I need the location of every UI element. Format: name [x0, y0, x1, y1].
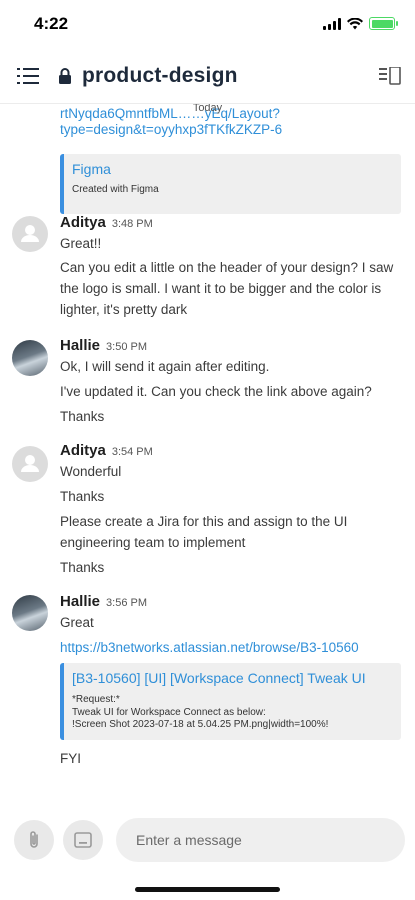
message-group: Hallie 3:50 PM Ok, I will send it again … — [60, 337, 401, 427]
message-text: Great!! — [60, 236, 102, 251]
day-separator: Today — [192, 104, 223, 114]
home-indicator — [135, 887, 280, 892]
image-button[interactable] — [63, 820, 103, 860]
message-text: Thanks — [60, 489, 105, 504]
status-time: 4:22 — [34, 14, 69, 33]
message-link[interactable]: type=design&t=oyyhxp3fTKfkZKZP-6 — [60, 122, 401, 138]
message-text: Wonderful — [60, 464, 122, 479]
wifi-icon — [347, 17, 363, 29]
message-text: Thanks — [60, 409, 105, 424]
message-list[interactable]: Today rtNyqda6QmntfbML……yEq/Layout? type… — [0, 104, 415, 809]
link-preview-description: !Screen Shot 2023-07-18 at 5.04.25 PM.pn… — [72, 719, 329, 730]
cellular-signal-icon — [323, 17, 341, 30]
link-preview-title[interactable]: Figma — [72, 161, 391, 178]
attach-button[interactable] — [14, 820, 54, 860]
message-author[interactable]: Hallie — [60, 337, 100, 354]
message-text: Thanks — [60, 560, 105, 575]
image-icon — [74, 832, 92, 848]
person-icon — [21, 455, 39, 472]
avatar[interactable] — [12, 595, 48, 631]
link-preview-card[interactable]: [B3-10560] [UI] [Workspace Connect] Twea… — [60, 663, 401, 740]
paperclip-icon — [30, 831, 38, 848]
message-group: Aditya 3:54 PM Wonderful Thanks Please c… — [60, 442, 401, 578]
status-bar: 4:22 — [0, 0, 415, 50]
message-time: 3:54 PM — [111, 446, 153, 458]
link-preview-description: Created with Figma — [72, 184, 159, 195]
menu-icon[interactable] — [17, 67, 39, 85]
message-author[interactable]: Aditya — [60, 214, 106, 231]
channel-header: product-design — [0, 52, 415, 104]
lock-icon — [59, 68, 71, 84]
channel-title[interactable]: product-design — [82, 64, 238, 88]
sidebar-toggle-icon[interactable] — [379, 67, 401, 85]
link-preview-description: Tweak UI for Workspace Connect as below: — [72, 706, 266, 718]
message-input[interactable] — [116, 818, 405, 862]
battery-icon — [369, 17, 398, 30]
message-text: Please create a Jira for this and assign… — [60, 514, 348, 550]
message-group: Aditya 3:48 PM Great!! Can you edit a li… — [60, 214, 401, 320]
status-icons — [323, 17, 398, 30]
message-text: I've updated it. Can you check the link … — [60, 384, 372, 399]
avatar[interactable] — [12, 446, 48, 482]
avatar[interactable] — [12, 340, 48, 376]
partial-message: rtNyqda6QmntfbML……yEq/Layout? type=desig… — [60, 106, 401, 214]
link-preview-title[interactable]: [B3-10560] [UI] [Workspace Connect] Twea… — [72, 670, 391, 687]
message-author[interactable]: Hallie — [60, 593, 100, 610]
message-author[interactable]: Aditya — [60, 442, 106, 459]
message-text: Ok, I will send it again after editing. — [60, 359, 270, 374]
message-time: 3:56 PM — [106, 597, 147, 609]
message-time: 3:50 PM — [106, 341, 147, 353]
person-icon — [21, 225, 39, 242]
link-preview-description: *Request:* — [72, 694, 120, 705]
message-composer — [0, 810, 415, 870]
avatar[interactable] — [12, 216, 48, 252]
link-preview-card[interactable]: Figma Created with Figma — [60, 154, 401, 214]
message-time: 3:48 PM — [111, 218, 153, 230]
message-text: FYI — [60, 750, 82, 766]
message-text: Great — [60, 615, 94, 630]
message-text: Can you edit a little on the header of y… — [60, 260, 394, 317]
message-group: Hallie 3:56 PM Great https://b3networks.… — [60, 593, 401, 769]
message-link[interactable]: https://b3networks.atlassian.net/browse/… — [60, 639, 401, 657]
